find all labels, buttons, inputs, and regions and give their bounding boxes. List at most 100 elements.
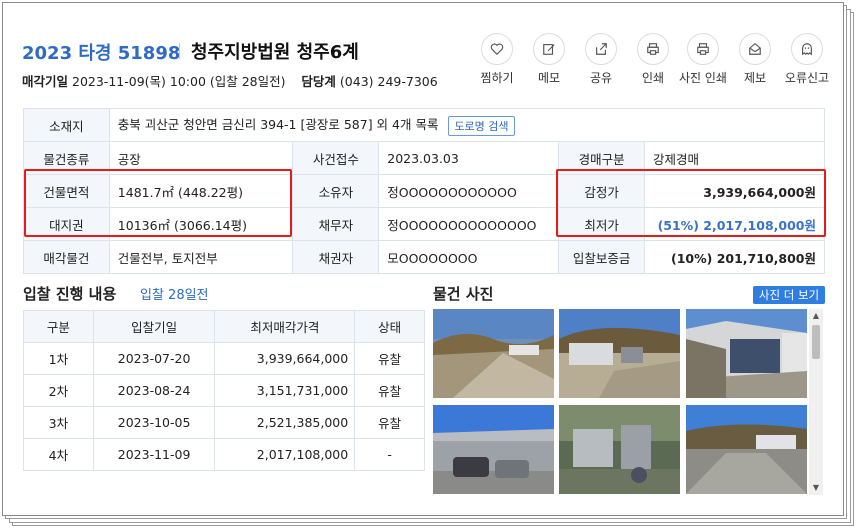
manager-label: 담당계 (301, 74, 336, 89)
min-price-label: 최저가 (558, 207, 646, 241)
favorite-label: 찜하기 (480, 71, 514, 85)
column-header: 최저매각가격 (214, 310, 355, 343)
price-cell: 2,017,108,000 (214, 438, 355, 471)
price-cell: 3,151,731,000 (214, 374, 355, 407)
print-label: 인쇄 (641, 71, 665, 85)
table-row: 대지권 10136㎡ (3066.14평) 채무자 정OOOOOOOOOOOOO… (23, 207, 825, 241)
land-right-value: 10136㎡ (3066.14평) (108, 207, 294, 241)
road-name-search-button[interactable]: 도로명 검색 (448, 115, 515, 136)
share-label: 공유 (589, 71, 613, 85)
property-photo-3[interactable] (686, 309, 807, 398)
round-cell: 4차 (23, 438, 94, 471)
scrollbar-thumb[interactable] (812, 325, 820, 359)
table-row: 1차 2023-07-20 3,939,664,000 유찰 (23, 342, 425, 375)
manager-phone: (043) 249-7306 (339, 74, 438, 89)
property-photo-1[interactable] (433, 309, 554, 398)
round-cell: 2차 (23, 374, 94, 407)
owner-value: 정OOOOOOOOOOOO (378, 174, 560, 208)
column-header: 상태 (354, 310, 425, 343)
property-photo-6[interactable] (686, 405, 807, 494)
heart-icon (490, 43, 504, 56)
date-cell: 2023-07-20 (92, 342, 215, 375)
status-cell: 유찰 (354, 406, 425, 439)
land-right-label: 대지권 (23, 207, 110, 241)
photo-print-icon (697, 43, 709, 55)
case-received-label: 사건접수 (292, 141, 380, 175)
court-name: 청주지방법원 청주6계 (191, 42, 359, 63)
auction-type-value: 강제경매 (644, 141, 825, 175)
case-received-value: 2023.03.03 (378, 141, 560, 175)
print-button[interactable]: 인쇄 (629, 33, 677, 86)
building-area-label: 건물면적 (23, 174, 110, 208)
sale-date-value: 2023-11-09(목) 10:00 (입찰 28일전) (72, 74, 286, 89)
status-cell: 유찰 (354, 342, 425, 375)
table-row: 매각물건 건물전부, 토지전부 채권자 모OOOOOOOO 입찰보증금 (10%… (23, 240, 825, 274)
bid-history-table: 구분 입찰기일 최저매각가격 상태 1차 2023-07-20 3,939,66… (23, 310, 425, 471)
property-photo-5[interactable] (559, 405, 680, 494)
status-cell: - (354, 438, 425, 471)
date-cell: 2023-10-05 (92, 406, 215, 439)
creditor-label: 채권자 (292, 240, 380, 274)
round-cell: 3차 (23, 406, 94, 439)
bid-deposit-label: 입찰보증금 (558, 240, 646, 274)
scroll-down-arrow-icon[interactable]: ▼ (809, 481, 823, 495)
report-label: 제보 (743, 71, 767, 85)
table-row: 건물면적 1481.7㎡ (448.22평) 소유자 정OOOOOOOOOOOO… (23, 174, 825, 208)
share-icon (596, 43, 607, 55)
price-cell: 2,521,385,000 (214, 406, 355, 439)
share-button[interactable]: 공유 (577, 33, 625, 86)
ghost-icon (802, 43, 812, 56)
table-header-row: 구분 입찰기일 최저매각가격 상태 (23, 310, 425, 343)
error-report-button[interactable]: 오류신고 (783, 33, 831, 86)
property-type-label: 물건종류 (23, 141, 110, 175)
creditor-value: 모OOOOOOOO (378, 240, 560, 274)
property-photo-4[interactable] (433, 405, 554, 494)
table-row: 2차 2023-08-24 3,151,731,000 유찰 (23, 374, 425, 407)
favorite-button[interactable]: 찜하기 (473, 33, 521, 86)
property-type-value: 공장 (108, 141, 294, 175)
photo-scrollbar[interactable]: ▲ ▼ (809, 309, 823, 495)
appraisal-label: 감정가 (558, 174, 646, 208)
action-toolbar: 찜하기 메모 공유 인쇄 사진 인쇄 제보 오류신고 (473, 33, 835, 89)
memo-button[interactable]: 메모 (525, 33, 573, 86)
table-row: 물건종류 공장 사건접수 2023.03.03 경매구분 강제경매 (23, 141, 825, 175)
round-cell: 1차 (23, 342, 94, 375)
report-button[interactable]: 제보 (731, 33, 779, 86)
auction-detail-card: 2023 타경 51898 청주지방법원 청주6계 매각기일 2023-11-0… (2, 2, 844, 516)
location-value: 충북 괴산군 청안면 금신리 394-1 [광장로 587] 외 4개 목록 (117, 117, 439, 133)
property-info-table: 소재지 충북 괴산군 청안면 금신리 394-1 [광장로 587] 외 4개 … (23, 108, 826, 274)
photo-print-label: 사진 인쇄 (679, 71, 727, 85)
auction-type-label: 경매구분 (558, 141, 646, 175)
sale-items-label: 매각물건 (23, 240, 110, 274)
bid-history-title: 입찰 진행 내용 (23, 285, 117, 303)
date-cell: 2023-08-24 (92, 374, 215, 407)
debtor-value: 정OOOOOOOOOOOOOO (378, 207, 560, 241)
more-photos-button[interactable]: 사진 더 보기 (753, 286, 825, 304)
scroll-up-arrow-icon[interactable]: ▲ (809, 309, 823, 323)
owner-label: 소유자 (292, 174, 380, 208)
memo-label: 메모 (537, 71, 561, 85)
memo-icon (543, 44, 555, 55)
print-icon (647, 43, 659, 55)
appraisal-value: 3,939,664,000원 (644, 174, 825, 208)
table-row: 3차 2023-10-05 2,521,385,000 유찰 (23, 406, 425, 439)
table-row: 4차 2023-11-09 2,017,108,000 - (23, 438, 425, 471)
status-cell: 유찰 (354, 374, 425, 407)
column-header: 입찰기일 (92, 310, 215, 343)
building-area-value: 1481.7㎡ (448.22평) (108, 174, 294, 208)
photos-title: 물건 사진 (433, 285, 494, 303)
location-cell: 충북 괴산군 청안면 금신리 394-1 [광장로 587] 외 4개 목록 도… (108, 108, 826, 142)
price-cell: 3,939,664,000 (214, 342, 355, 375)
property-photo-2[interactable] (559, 309, 680, 398)
error-report-label: 오류신고 (784, 71, 830, 85)
photo-print-button[interactable]: 사진 인쇄 (679, 33, 727, 86)
table-row: 소재지 충북 괴산군 청안면 금신리 394-1 [광장로 587] 외 4개 … (23, 108, 826, 142)
debtor-label: 채무자 (292, 207, 380, 241)
header-divider (179, 43, 180, 59)
report-mail-icon (749, 43, 761, 55)
bid-days-left: 입찰 28일전 (140, 288, 209, 303)
sale-date-label: 매각기일 (22, 74, 69, 89)
sale-items-value: 건물전부, 토지전부 (108, 240, 294, 274)
location-label: 소재지 (23, 108, 110, 142)
bid-deposit-value: (10%) 201,710,800원 (644, 240, 825, 274)
